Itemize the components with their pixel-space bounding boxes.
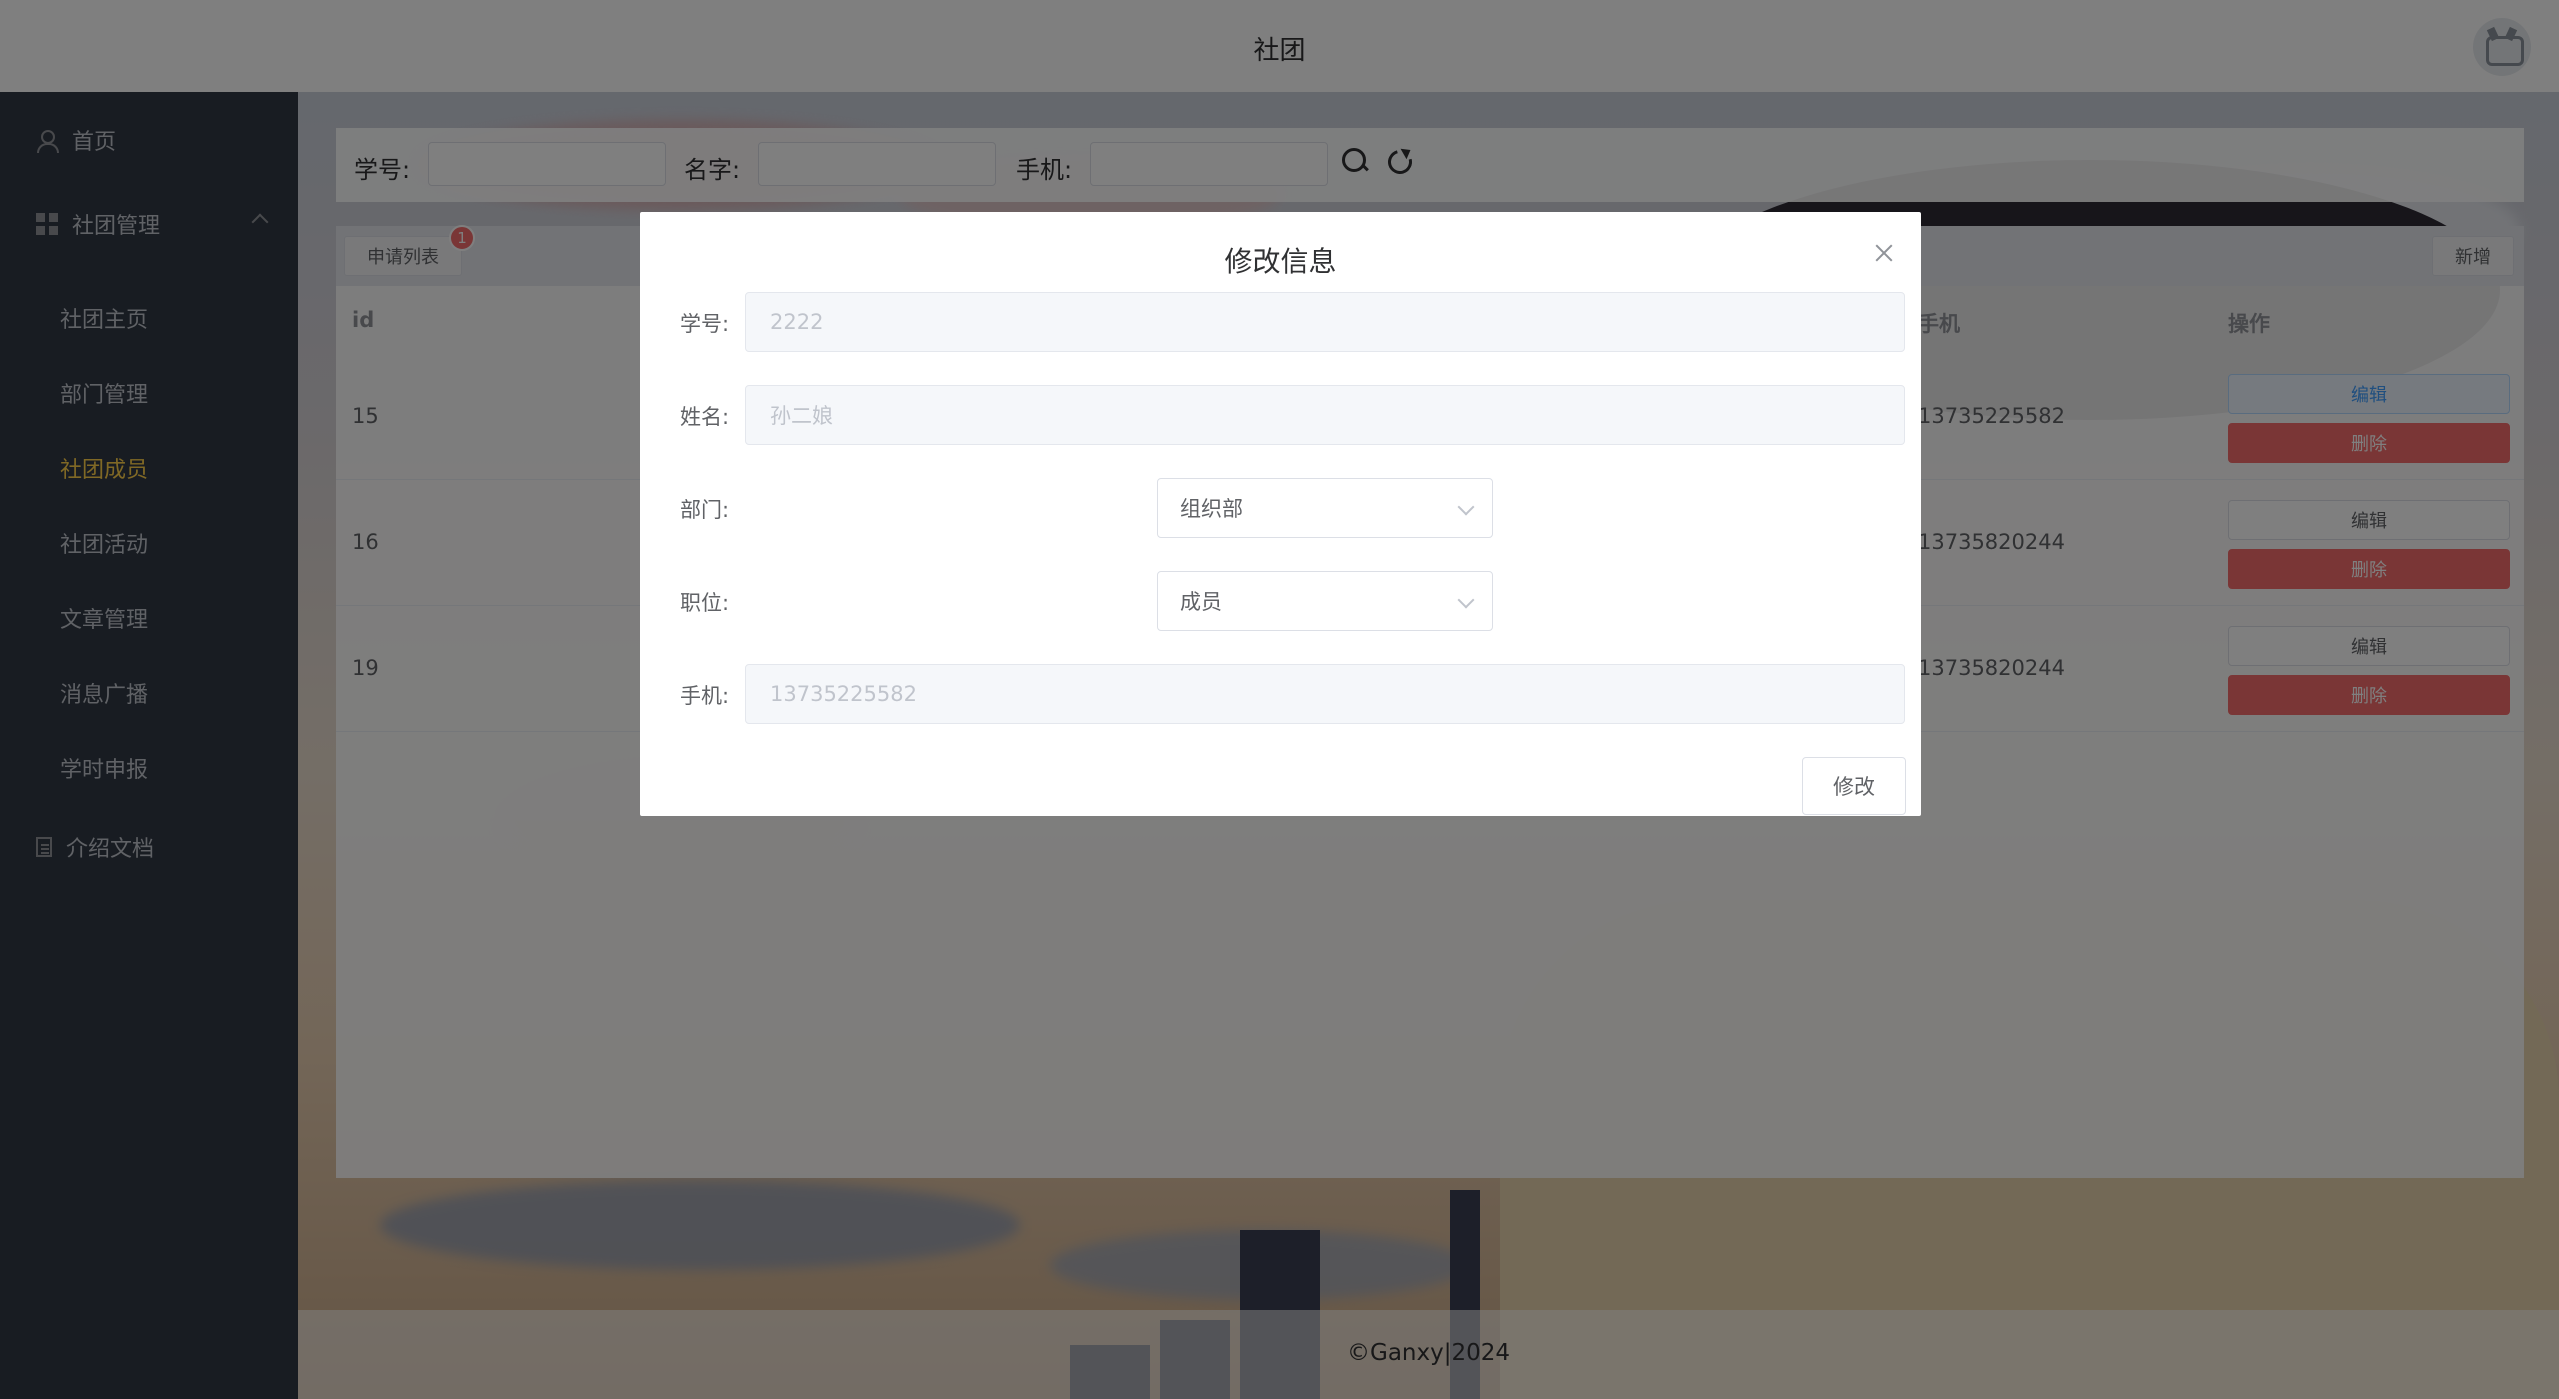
student-no-label: 学号: [680,312,730,336]
position-select[interactable]: 成员 [1157,571,1493,631]
phone-field[interactable]: 13735225582 [745,664,1905,724]
submit-edit-button[interactable]: 修改 [1802,757,1906,815]
edit-info-dialog: 修改信息 学号: 2222 姓名: 孙二娘 部门: 组织部 职位: 成员 手机:… [640,212,1921,816]
department-select[interactable]: 组织部 [1157,478,1493,538]
department-label: 部门: [680,498,730,522]
department-selected-value: 组织部 [1180,497,1243,521]
phone-label: 手机: [680,684,730,708]
position-selected-value: 成员 [1180,590,1222,614]
chevron-down-icon [1457,498,1475,516]
student-no-field[interactable]: 2222 [745,292,1905,352]
position-label: 职位: [680,591,730,615]
name-label: 姓名: [680,405,730,429]
close-icon[interactable] [1873,242,1895,264]
chevron-down-icon [1457,591,1475,609]
name-field[interactable]: 孙二娘 [745,385,1905,445]
dialog-title: 修改信息 [1224,245,1337,278]
